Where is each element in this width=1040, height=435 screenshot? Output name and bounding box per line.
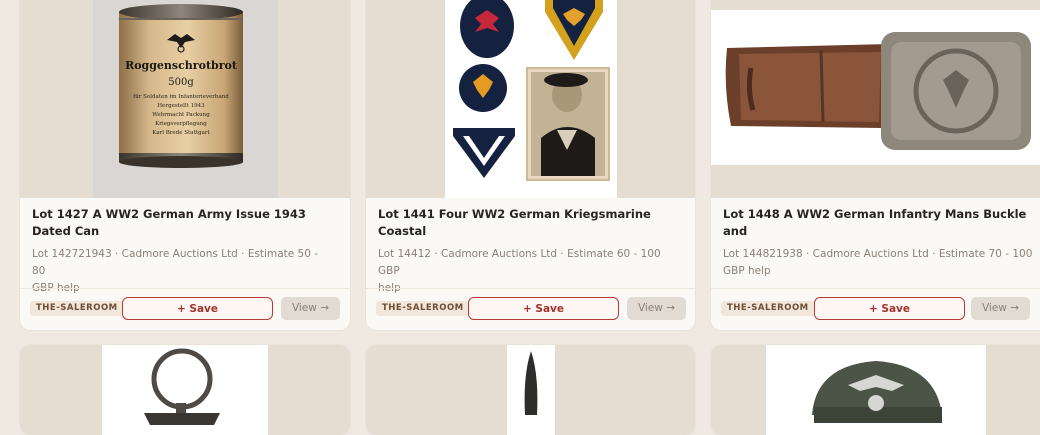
lot-image[interactable] [711, 0, 1040, 198]
can-line: Kriegsverpflegung [155, 121, 207, 127]
source-badge: THE-SALEROOM [376, 301, 470, 316]
lot-meta: Lot 14412 · Cadmore Auctions Ltd · Estim… [378, 248, 661, 294]
can-line: für Soldaten im Infanterieverband [133, 94, 229, 100]
lot-image[interactable] [20, 345, 350, 435]
lot-card[interactable]: Lot 1441 Four WW2 German Kriegsmarine Co… [366, 0, 695, 330]
view-button[interactable]: View → [281, 297, 340, 320]
bread-can-photo: Roggenschrotbrot 500g für Soldaten im In… [93, 0, 278, 198]
can-title: Roggenschrotbrot [125, 59, 238, 72]
buckle-photo [711, 10, 1040, 165]
lot-title[interactable]: Lot 1448 A WW2 German Infantry Mans Buck… [723, 206, 1037, 240]
badges-photo [445, 0, 617, 198]
source-badge: THE-SALEROOM [30, 301, 124, 316]
save-button[interactable]: + Save [814, 297, 965, 320]
iron-cross-photo [102, 345, 268, 435]
save-button[interactable]: + Save [122, 297, 273, 320]
lot-card[interactable]: Roggenschrotbrot 500g für Soldaten im In… [20, 0, 350, 330]
lot-meta: Lot 142721943 · Cadmore Auctions Ltd · E… [32, 248, 319, 294]
lot-card[interactable] [20, 345, 350, 435]
lot-image[interactable] [711, 345, 1040, 435]
lot-card[interactable] [366, 345, 695, 435]
can-weight: 500g [168, 77, 194, 88]
lot-image[interactable] [366, 345, 695, 435]
source-badge: THE-SALEROOM [721, 301, 815, 316]
can-line: Wehrmacht Packung [152, 112, 210, 118]
can-line: Karl Brede Stuttgart [152, 130, 210, 136]
divider [20, 288, 350, 289]
lot-card[interactable] [711, 345, 1040, 435]
lot-meta: Lot 144821938 · Cadmore Auctions Ltd · E… [723, 248, 1033, 277]
view-button[interactable]: View → [627, 297, 686, 320]
divider [711, 288, 1040, 289]
can-line: Hergestellt 1943 [157, 103, 205, 109]
save-button[interactable]: + Save [468, 297, 619, 320]
view-button[interactable]: View → [971, 297, 1030, 320]
divider [366, 288, 695, 289]
lot-image[interactable] [366, 0, 695, 198]
cap-photo [766, 345, 986, 435]
lot-image[interactable]: Roggenschrotbrot 500g für Soldaten im In… [20, 0, 350, 198]
bayonet-photo [507, 345, 555, 435]
lot-card[interactable]: Lot 1448 A WW2 German Infantry Mans Buck… [711, 0, 1040, 330]
lot-title[interactable]: Lot 1441 Four WW2 German Kriegsmarine Co… [378, 206, 681, 240]
lot-title[interactable]: Lot 1427 A WW2 German Army Issue 1943 Da… [32, 206, 336, 240]
